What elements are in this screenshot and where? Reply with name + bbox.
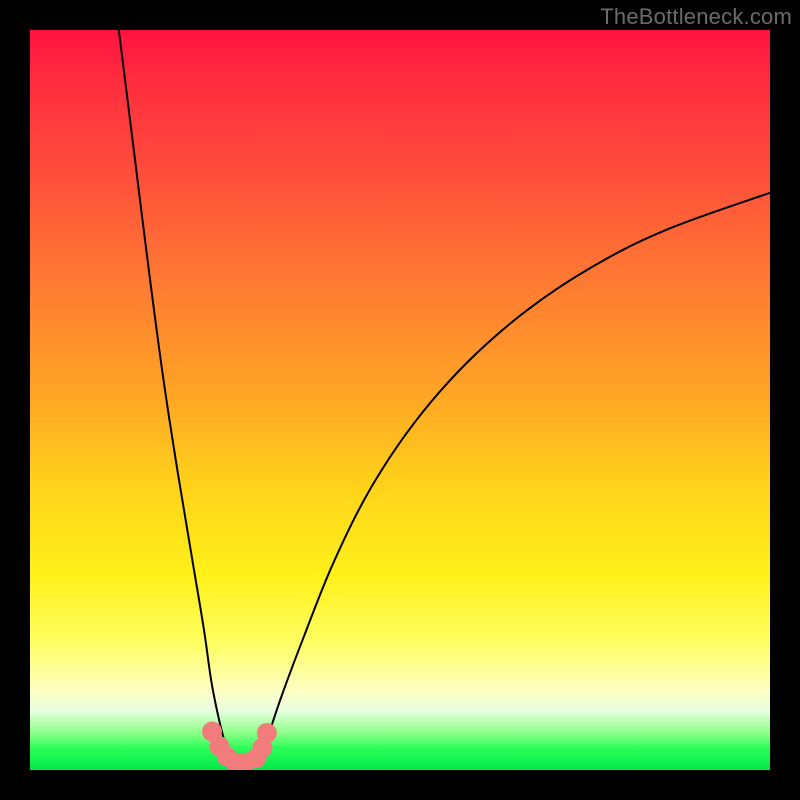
plot-area (30, 30, 770, 770)
chart-frame: TheBottleneck.com (0, 0, 800, 800)
watermark-text: TheBottleneck.com (600, 4, 792, 30)
right-curve (259, 193, 770, 763)
bead-point (257, 723, 277, 743)
curves-layer (30, 30, 770, 770)
left-curve (119, 30, 230, 763)
bead-cluster (202, 722, 277, 770)
